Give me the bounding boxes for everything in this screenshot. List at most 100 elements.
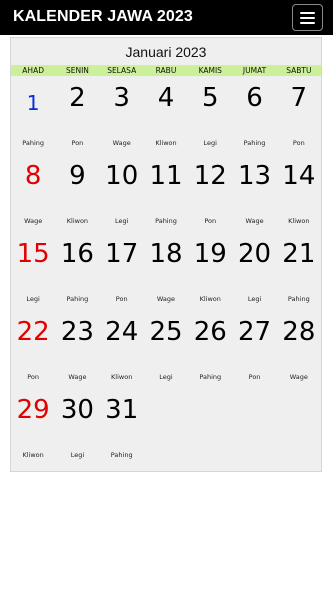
day-number: 2	[69, 83, 86, 113]
day-cell[interactable]: 23 Wage	[55, 314, 99, 392]
pasaran-label: Pon	[292, 139, 305, 147]
pasaran-label: Wage	[245, 217, 264, 225]
pasaran-label: Kliwon	[199, 295, 221, 303]
weekday-jumat: JUMAT	[242, 66, 267, 75]
day-cell[interactable]: 27 Pon	[232, 314, 276, 392]
day-cell[interactable]: 21 Pahing	[277, 236, 321, 314]
day-number: 27	[238, 317, 272, 347]
empty-cell	[232, 392, 276, 470]
day-number: 9	[69, 161, 86, 191]
weekday-rabu: RABU	[155, 66, 177, 75]
weekday-kamis: KAMIS	[198, 66, 222, 75]
day-number: 20	[238, 239, 272, 269]
day-cell[interactable]: 7 Pon	[277, 80, 321, 158]
pasaran-label: Pon	[115, 295, 128, 303]
day-cell[interactable]: 14 Kliwon	[277, 158, 321, 236]
day-cell[interactable]: 24 Kliwon	[100, 314, 144, 392]
day-number: 4	[157, 83, 175, 113]
weekday-ahad: AHAD	[22, 66, 44, 75]
hamburger-icon-line	[300, 22, 315, 24]
menu-button[interactable]	[292, 4, 323, 31]
day-cell[interactable]: 31 Pahing	[100, 392, 144, 470]
pasaran-label: Legi	[26, 295, 40, 303]
day-cell[interactable]: 18 Wage	[144, 236, 188, 314]
day-cell[interactable]: 15 Legi	[11, 236, 55, 314]
pasaran-label: Legi	[247, 295, 262, 303]
day-number: 1	[26, 91, 40, 115]
pasaran-label: Pon	[204, 217, 217, 225]
day-number: 6	[246, 83, 263, 113]
day-cell[interactable]: 8 Wage	[11, 158, 55, 236]
day-number: 26	[193, 317, 227, 347]
pasaran-label: Pahing	[243, 139, 266, 147]
hamburger-icon-line	[300, 17, 315, 19]
day-number: 10	[105, 161, 139, 191]
day-cell[interactable]: 20 Legi	[232, 236, 276, 314]
day-cell[interactable]: 22 Pon	[11, 314, 55, 392]
day-cell[interactable]: 17 Pon	[100, 236, 144, 314]
day-number: 18	[149, 239, 183, 269]
day-cell[interactable]: 3 Wage	[100, 80, 144, 158]
empty-cell	[277, 392, 321, 470]
day-number: 16	[60, 239, 94, 269]
day-cell[interactable]: 1 Pahing	[11, 80, 55, 158]
weekday-sabtu: SABTU	[286, 66, 312, 75]
pasaran-label: Wage	[156, 295, 176, 303]
day-cell[interactable]: 13 Wage	[232, 158, 276, 236]
pasaran-label: Legi	[114, 217, 129, 225]
day-cell[interactable]: 5 Legi	[188, 80, 232, 158]
day-cell[interactable]: 9 Kliwon	[55, 158, 99, 236]
day-number: 29	[16, 395, 50, 425]
pasaran-label: Legi	[159, 373, 173, 381]
weekday-senin: SENIN	[65, 66, 89, 75]
pasaran-label: Legi	[203, 139, 217, 147]
day-cell[interactable]: 10 Legi	[100, 158, 144, 236]
day-cell[interactable]: 26 Pahing	[188, 314, 232, 392]
day-number: 13	[238, 161, 272, 191]
day-cell[interactable]: 19 Kliwon	[188, 236, 232, 314]
calendar-week: 8 Wage 9 Kliwon 10 Legi 11 Pahing 12 Pon 13 Wage 14 K…	[11, 158, 321, 236]
day-cell[interactable]: 6 Pahing	[232, 80, 276, 158]
day-cell[interactable]: 16 Pahing	[55, 236, 99, 314]
pasaran-label: Kliwon	[111, 373, 133, 381]
calendar-week: 15 Legi 16 Pahing 17 Pon 18 Wage 19 Kliwon 20 Legi 2…	[11, 236, 321, 314]
pasaran-label: Pon	[27, 373, 40, 381]
calendar-week: 22 Pon 23 Wage 24 Kliwon 25 Legi 26 Pahing 27 Pon 28…	[11, 314, 321, 392]
day-number: 12	[193, 161, 227, 191]
day-number: 15	[16, 239, 50, 269]
day-cell[interactable]: 25 Legi	[144, 314, 188, 392]
pasaran-label: Wage	[112, 139, 131, 147]
day-number: 24	[105, 317, 139, 347]
hamburger-icon	[300, 12, 315, 14]
day-cell[interactable]: 28 Wage	[277, 314, 321, 392]
weekday-header: AHAD SENIN SELASA RABU KAMIS JUMAT SABTU	[11, 65, 321, 76]
day-number: 30	[60, 395, 94, 425]
weekday-selasa: SELASA	[107, 66, 137, 75]
pasaran-label: Kliwon	[22, 451, 44, 459]
calendar-week: 1 Pahing 2 Pon 3 Wage 4 Kliwon 5 Legi 6 Pahing 7 Pon	[11, 80, 321, 158]
app-bar: KALENDER JAWA 2023	[0, 0, 333, 35]
day-cell[interactable]: 4 Kliwon	[144, 80, 188, 158]
calendar-grid: 1 Pahing 2 Pon 3 Wage 4 Kliwon 5 Legi 6 Pahing 7 Pon 8…	[11, 80, 321, 470]
day-number: 17	[105, 239, 139, 269]
day-cell[interactable]: 11 Pahing	[144, 158, 188, 236]
pasaran-label: Pon	[71, 139, 84, 147]
calendar-week: 29 Kliwon 30 Legi 31 Pahing	[11, 392, 321, 470]
day-number: 14	[282, 161, 316, 191]
pasaran-label: Wage	[68, 373, 87, 381]
day-number: 21	[282, 239, 316, 269]
day-cell[interactable]: 2 Pon	[55, 80, 99, 158]
day-number: 7	[290, 83, 308, 113]
day-cell[interactable]: 29 Kliwon	[11, 392, 55, 470]
app-title: KALENDER JAWA 2023	[13, 8, 193, 25]
day-number: 31	[105, 395, 139, 425]
calendar-card: Januari 2023 AHAD SENIN SELASA RABU KAMI…	[10, 37, 322, 472]
pasaran-label: Kliwon	[155, 139, 177, 147]
day-cell[interactable]: 30 Legi	[55, 392, 99, 470]
pasaran-label: Kliwon	[66, 217, 89, 225]
day-number: 19	[193, 239, 227, 269]
pasaran-label: Pahing	[199, 373, 222, 381]
month-title: Januari 2023	[125, 44, 207, 60]
pasaran-label: Pahing	[110, 451, 133, 459]
day-cell[interactable]: 12 Pon	[188, 158, 232, 236]
